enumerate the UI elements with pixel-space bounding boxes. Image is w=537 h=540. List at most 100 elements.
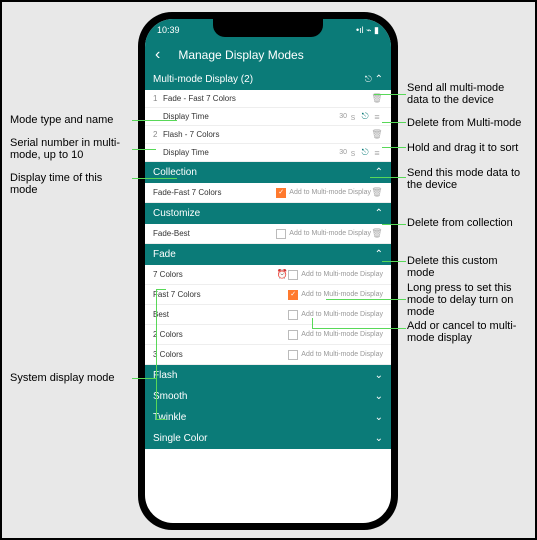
- checkbox[interactable]: [288, 350, 298, 360]
- annotation: Send all multi-mode data to the device: [407, 82, 527, 106]
- checkbox[interactable]: [288, 270, 298, 280]
- display-time-label: Display Time: [163, 112, 339, 121]
- multi-item-1-time[interactable]: Display Time 30 s ⎋ ≡: [145, 108, 391, 126]
- chevron-up-icon: ⌃: [375, 208, 383, 219]
- add-label: Add to Multi-mode Display: [301, 351, 383, 358]
- section-title: Collection: [153, 167, 197, 178]
- section-actions: ⎋ ⌃: [365, 74, 383, 85]
- delete-icon[interactable]: 🗑: [371, 228, 383, 239]
- fade-item-2[interactable]: Best Add to Multi-mode Display: [145, 305, 391, 325]
- connector-line: [156, 419, 166, 420]
- serial-number: 2: [153, 130, 163, 139]
- serial-number: 1: [153, 94, 163, 103]
- connector-line: [326, 299, 406, 300]
- multi-item-2-time[interactable]: Display Time 30 s ⎋ ≡: [145, 144, 391, 162]
- connector-line: [156, 289, 166, 290]
- section-title: Customize: [153, 208, 200, 219]
- annotation: Delete from Multi-mode: [407, 117, 527, 129]
- add-label: Add to Multi-mode Display: [289, 189, 371, 196]
- section-twinkle[interactable]: Twinkle ⌄: [145, 407, 391, 428]
- connector-line: [382, 122, 406, 123]
- mode-name: Flash - 7 Colors: [163, 130, 371, 139]
- section-title: Fade: [153, 249, 176, 260]
- mode-name: Best: [153, 310, 288, 319]
- chevron-up-icon: ⌃: [375, 74, 383, 85]
- mode-name: Fast 7 Colors: [153, 290, 288, 299]
- checkbox[interactable]: [276, 229, 286, 239]
- connector-line: [132, 178, 177, 179]
- add-label: Add to Multi-mode Display: [301, 291, 383, 298]
- annotation: Delete from collection: [407, 217, 527, 229]
- connector-line: [132, 120, 177, 121]
- customize-item[interactable]: Fade-Best Add to Multi-mode Display 🗑: [145, 224, 391, 244]
- send-icon[interactable]: ⎋: [359, 111, 371, 122]
- section-single-color[interactable]: Single Color ⌄: [145, 428, 391, 449]
- send-icon[interactable]: ⎋: [359, 147, 371, 158]
- annotation: Serial number in multi-mode, up to 10: [10, 137, 130, 161]
- connector-line: [382, 147, 406, 148]
- screen: 10:39 •ıl ⌁ ▮ ‹ Manage Display Modes Mul…: [145, 19, 391, 523]
- checkbox[interactable]: [288, 310, 298, 320]
- chevron-down-icon: ⌄: [375, 370, 383, 381]
- annotation: Delete this custom mode: [407, 255, 527, 279]
- page-title: Manage Display Modes: [178, 48, 303, 62]
- annotation: Add or cancel to multi-mode display: [407, 320, 527, 344]
- section-multimode[interactable]: Multi-mode Display (2) ⎋ ⌃: [145, 69, 391, 90]
- annotation: Long press to set this mode to delay tur…: [407, 282, 527, 318]
- connector-line: [382, 261, 406, 262]
- checkbox-on[interactable]: [288, 290, 298, 300]
- delete-icon[interactable]: 🗑: [371, 187, 383, 198]
- fade-item-0[interactable]: 7 Colors ⏰ Add to Multi-mode Display: [145, 265, 391, 285]
- display-time-value: 30: [339, 149, 347, 156]
- back-button[interactable]: ‹: [155, 46, 160, 64]
- chevron-down-icon: ⌄: [375, 391, 383, 402]
- section-title: Twinkle: [153, 412, 186, 423]
- drag-icon[interactable]: ≡: [371, 112, 383, 122]
- connector-line: [370, 177, 406, 178]
- display-time-label: Display Time: [163, 148, 339, 157]
- connector-line: [156, 289, 157, 419]
- chevron-up-icon: ⌃: [375, 249, 383, 260]
- section-title: Multi-mode Display (2): [153, 74, 253, 85]
- phone-frame: 10:39 •ıl ⌁ ▮ ‹ Manage Display Modes Mul…: [138, 12, 398, 530]
- delete-icon[interactable]: 🗑: [371, 129, 383, 140]
- alarm-icon[interactable]: ⏰: [276, 269, 288, 280]
- section-smooth[interactable]: Smooth ⌄: [145, 386, 391, 407]
- section-customize[interactable]: Customize ⌃: [145, 203, 391, 224]
- status-time: 10:39: [157, 25, 180, 35]
- status-icons: •ıl ⌁ ▮: [356, 25, 379, 36]
- mode-name: 7 Colors: [153, 270, 276, 279]
- connector-line: [132, 149, 156, 150]
- fade-item-4[interactable]: 3 Colors Add to Multi-mode Display: [145, 345, 391, 365]
- annotation: System display mode: [10, 372, 130, 384]
- fade-item-1[interactable]: Fast 7 Colors Add to Multi-mode Display: [145, 285, 391, 305]
- section-collection[interactable]: Collection ⌃: [145, 162, 391, 183]
- add-label: Add to Multi-mode Display: [301, 331, 383, 338]
- connector-line: [374, 94, 406, 95]
- add-label: Add to Multi-mode Display: [301, 311, 383, 318]
- section-fade[interactable]: Fade ⌃: [145, 244, 391, 265]
- section-flash[interactable]: Flash ⌄: [145, 365, 391, 386]
- add-label: Add to Multi-mode Display: [289, 230, 371, 237]
- mode-name: 3 Colors: [153, 350, 288, 359]
- connector-line: [132, 378, 156, 379]
- chevron-down-icon: ⌄: [375, 433, 383, 444]
- annotation: Display time of this mode: [10, 172, 130, 196]
- checkbox-on[interactable]: [276, 188, 286, 198]
- add-label: Add to Multi-mode Display: [301, 271, 383, 278]
- collection-item[interactable]: Fade-Fast 7 Colors Add to Multi-mode Dis…: [145, 183, 391, 203]
- notch: [213, 19, 323, 37]
- section-title: Smooth: [153, 391, 187, 402]
- annotation: Mode type and name: [10, 114, 130, 126]
- mode-name: Fade-Fast 7 Colors: [153, 188, 276, 197]
- multi-item-2-name: 2 Flash - 7 Colors 🗑: [145, 126, 391, 144]
- mode-name: 2 Colors: [153, 330, 288, 339]
- mode-name: Fade - Fast 7 Colors: [163, 94, 371, 103]
- display-time-value: 30: [339, 113, 347, 120]
- annotation: Hold and drag it to sort: [407, 142, 527, 154]
- bluetooth-icon[interactable]: ⎋: [365, 74, 372, 84]
- checkbox[interactable]: [288, 330, 298, 340]
- stopwatch-icon: s: [347, 112, 359, 122]
- connector-line: [312, 318, 313, 328]
- drag-icon[interactable]: ≡: [371, 148, 383, 158]
